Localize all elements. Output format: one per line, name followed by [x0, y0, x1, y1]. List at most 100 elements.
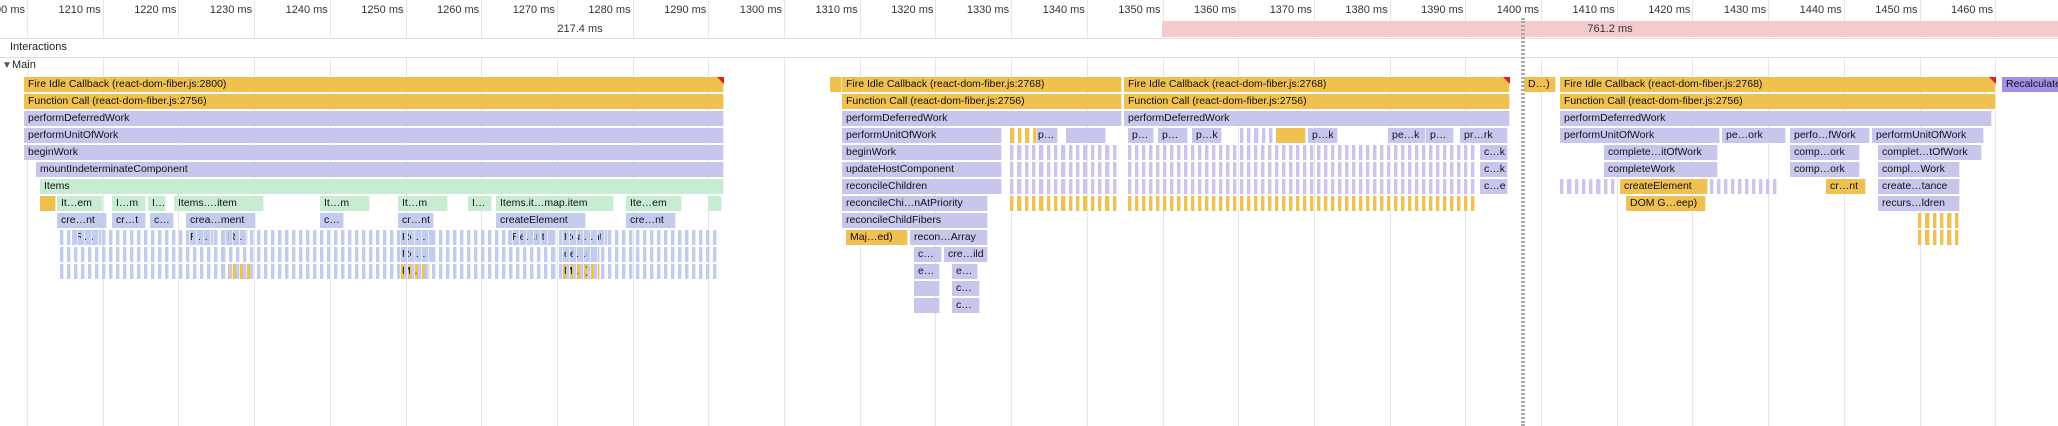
flame-event-sliver[interactable]	[677, 264, 682, 279]
flame-event-sliver[interactable]	[1359, 162, 1363, 177]
flame-event-sliver[interactable]	[1098, 196, 1103, 211]
flame-event-sliver[interactable]	[1254, 128, 1259, 143]
flame-event-sliver[interactable]	[558, 230, 563, 245]
flame-event-sliver[interactable]	[614, 247, 619, 262]
flame-event-c-dots[interactable]: c…	[150, 213, 174, 228]
flame-event-sliver[interactable]	[1366, 196, 1370, 211]
flame-event-sliver[interactable]	[1024, 179, 1029, 194]
flame-event-sliver[interactable]	[1268, 128, 1273, 143]
flame-event-sliver[interactable]	[411, 264, 416, 279]
flame-event-sliver[interactable]	[1373, 145, 1377, 160]
flame-event-sliver[interactable]	[1359, 145, 1363, 160]
flame-event-sliver[interactable]	[326, 264, 331, 279]
flame-event-sliver[interactable]	[467, 247, 472, 262]
flame-event-sliver[interactable]	[1940, 213, 1945, 228]
flame-event-sliver[interactable]	[1046, 196, 1051, 211]
flame-event-sliver[interactable]	[1429, 196, 1433, 211]
flame-event-sliver[interactable]	[1282, 179, 1286, 194]
flame-event-sliver[interactable]	[221, 247, 226, 262]
flame-event-perform-deferred[interactable]: performDeferredWork	[24, 111, 724, 126]
flame-event-sliver[interactable]	[502, 230, 507, 245]
flame-event-sliver[interactable]	[705, 230, 710, 245]
flame-event-sliver[interactable]	[1352, 179, 1356, 194]
flame-event-sliver[interactable]	[551, 247, 556, 262]
flame-event-sliver[interactable]	[390, 247, 395, 262]
flame-event-sliver[interactable]	[1310, 179, 1314, 194]
flame-event-sliver[interactable]	[1380, 196, 1384, 211]
flame-event-sliver[interactable]	[705, 264, 710, 279]
flame-event-sliver[interactable]	[1415, 145, 1419, 160]
flame-event-sliver[interactable]	[1076, 162, 1081, 177]
flame-event-sliver[interactable]	[1032, 145, 1037, 160]
flame-event-sliver[interactable]	[600, 230, 605, 245]
flame-event-sliver[interactable]	[1317, 196, 1321, 211]
flame-event-sliver[interactable]	[95, 247, 100, 262]
flame-event-sliver[interactable]	[214, 230, 219, 245]
flame-event-sliver[interactable]	[1105, 179, 1110, 194]
flame-event-sliver[interactable]	[214, 264, 219, 279]
flame-event-sliver[interactable]	[361, 264, 366, 279]
flame-event-sliver[interactable]	[1401, 162, 1405, 177]
flame-event-sliver[interactable]	[193, 230, 198, 245]
flame-event-sliver[interactable]	[319, 247, 324, 262]
flame-event-sliver[interactable]	[537, 247, 542, 262]
flame-event-sliver[interactable]	[628, 247, 633, 262]
flame-event-sliver[interactable]	[102, 230, 107, 245]
flame-event-sliver[interactable]	[1373, 179, 1377, 194]
flame-event-sliver[interactable]	[1025, 128, 1030, 143]
flame-event-sliver[interactable]	[1156, 162, 1160, 177]
flame-event-e-dots[interactable]: e…	[952, 264, 978, 279]
flame-event-sliver[interactable]	[312, 247, 317, 262]
flame-event-sliver[interactable]	[1401, 145, 1405, 160]
flame-event-sliver[interactable]	[621, 264, 626, 279]
flame-event-sliver[interactable]	[572, 264, 577, 279]
flame-event-sliver[interactable]	[1925, 213, 1930, 228]
flame-event-sliver[interactable]	[1422, 145, 1426, 160]
flame-event-comp-ork[interactable]: comp…ork	[1790, 145, 1860, 160]
flame-event-sliver[interactable]	[361, 230, 366, 245]
flame-event-sliver[interactable]	[165, 230, 170, 245]
flame-event-sliver[interactable]	[102, 247, 107, 262]
flame-event-perform-unit[interactable]: performUnitOfWork	[1872, 128, 1984, 143]
flame-event-sliver[interactable]	[1177, 162, 1181, 177]
flame-event-sliver[interactable]	[1282, 162, 1286, 177]
flame-event-sliver[interactable]	[1275, 196, 1279, 211]
flame-event-sliver[interactable]	[207, 247, 212, 262]
flame-event-sliver[interactable]	[1359, 179, 1363, 194]
flame-event-sliver[interactable]	[74, 264, 79, 279]
flame-event-sliver[interactable]	[1046, 145, 1051, 160]
flame-event-sliver[interactable]	[425, 264, 430, 279]
flame-event-sliver[interactable]	[1429, 145, 1433, 160]
flame-event-sliver[interactable]	[390, 264, 395, 279]
flame-event-sliver[interactable]	[228, 247, 233, 262]
flame-event-sliver[interactable]	[1567, 179, 1572, 194]
flame-event-sliver[interactable]	[1596, 179, 1601, 194]
flame-event-ite-em[interactable]: Ite…em	[626, 196, 682, 211]
flame-event-sliver[interactable]	[1083, 145, 1088, 160]
flame-event-sliver[interactable]	[361, 247, 366, 262]
flame-event-sliver[interactable]	[158, 230, 163, 245]
flame-event-sliver[interactable]	[200, 230, 205, 245]
flame-event-sliver[interactable]	[109, 264, 114, 279]
flame-event-sliver[interactable]	[158, 247, 163, 262]
flame-chart[interactable]: Fire Idle Callback (react-dom-fiber.js:2…	[0, 0, 2058, 426]
flame-event-sliver[interactable]	[1338, 145, 1342, 160]
flame-event-sliver[interactable]	[1289, 162, 1293, 177]
flame-event-sliver[interactable]	[172, 247, 177, 262]
flame-event-sliver[interactable]	[1191, 196, 1195, 211]
flame-event-sliver[interactable]	[1198, 162, 1202, 177]
flame-event-sliver[interactable]	[242, 230, 247, 245]
flame-event-sliver[interactable]	[1352, 162, 1356, 177]
flame-event[interactable]	[914, 281, 940, 296]
flame-event-sliver[interactable]	[1408, 196, 1412, 211]
flame-event-sliver[interactable]	[1226, 145, 1230, 160]
flame-event-sliver[interactable]	[1191, 145, 1195, 160]
flame-event-sliver[interactable]	[193, 247, 198, 262]
flame-event-sliver[interactable]	[368, 264, 373, 279]
flame-event-sliver[interactable]	[418, 230, 423, 245]
flame-event-sliver[interactable]	[656, 264, 661, 279]
flame-event-items[interactable]: Items	[40, 179, 724, 194]
flame-event-sliver[interactable]	[1219, 196, 1223, 211]
flame-event-perfo-fwork[interactable]: perfo…fWork	[1790, 128, 1870, 143]
flame-event-sliver[interactable]	[193, 264, 198, 279]
